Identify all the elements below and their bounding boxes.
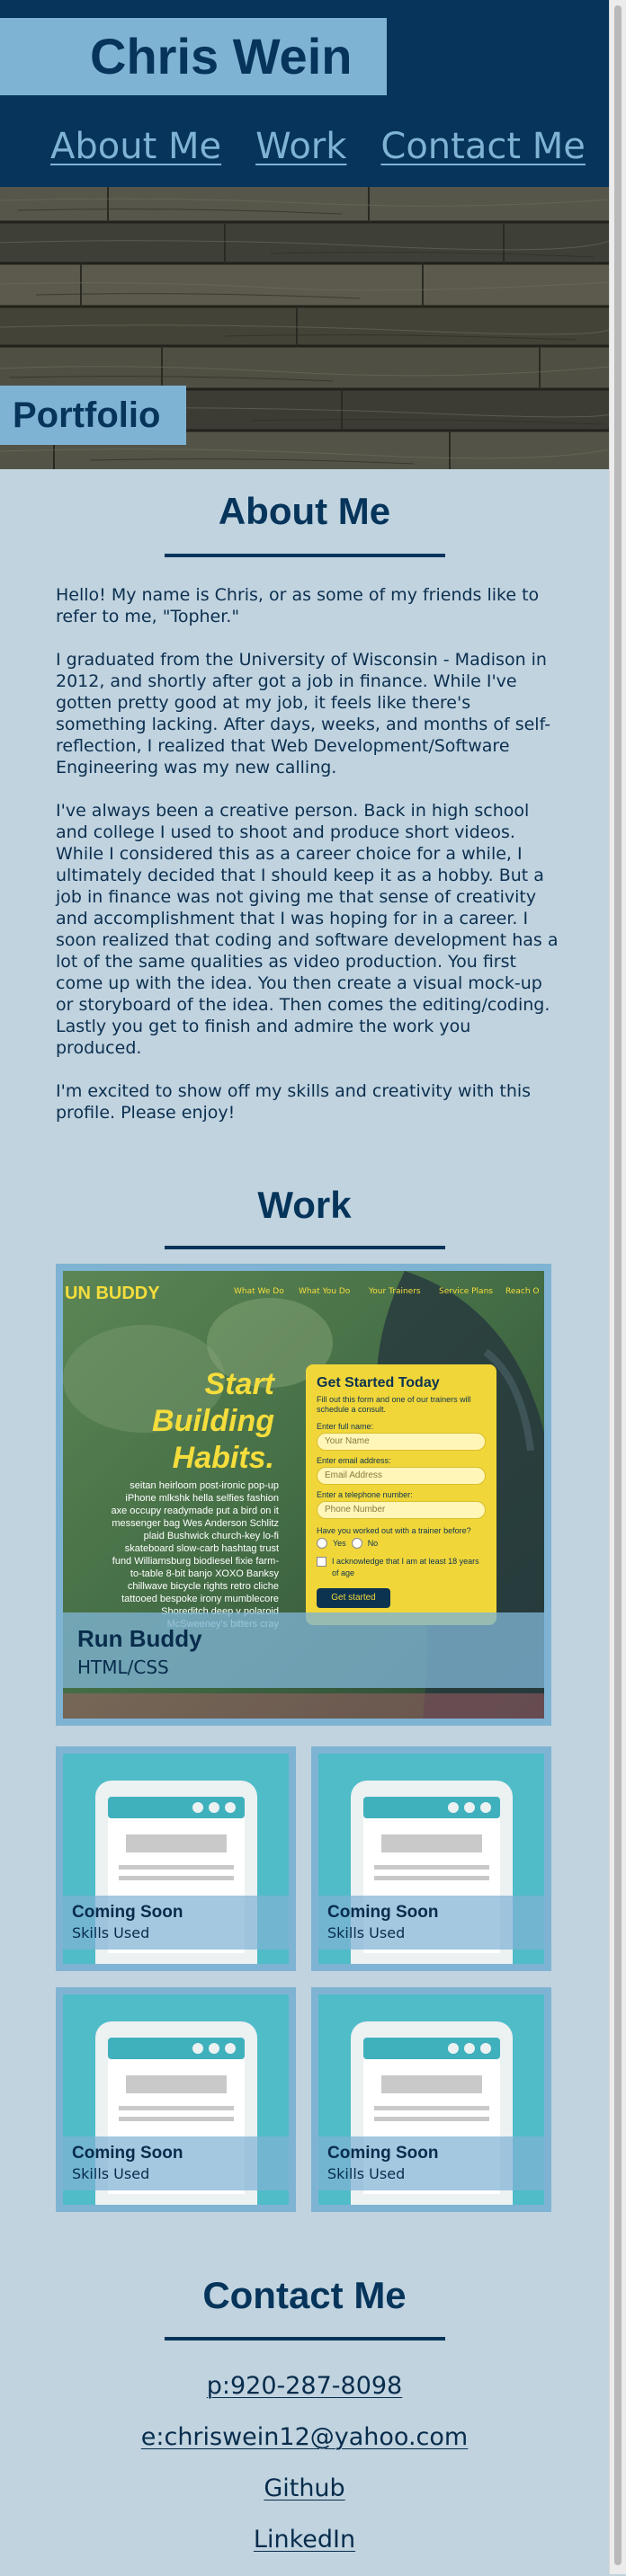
linkedin-link[interactable]: LinkedIn bbox=[254, 2525, 355, 2576]
vertical-scrollbar[interactable] bbox=[609, 0, 626, 2574]
about-text: Hello! My name is Chris, or as some of m… bbox=[56, 584, 559, 1124]
project-card-caption: Coming Soon Skills Used bbox=[318, 1896, 544, 1950]
featured-project-skills: HTML/CSS bbox=[77, 1657, 169, 1678]
nav-about-link[interactable]: About Me bbox=[50, 126, 221, 167]
form-radio-group: Yes No bbox=[317, 1538, 486, 1549]
portfolio-label: Portfolio bbox=[0, 386, 186, 445]
form-name-input: Your Name bbox=[317, 1433, 486, 1451]
project-card-title: Coming Soon bbox=[72, 1903, 183, 1922]
github-link[interactable]: Github bbox=[264, 2474, 344, 2525]
nav-work-link[interactable]: Work bbox=[255, 126, 346, 167]
form-phone-input: Phone Number bbox=[317, 1501, 486, 1519]
work-section: Work UN BUDDY What We Do What You Do You… bbox=[0, 1183, 609, 2212]
contact-section: Contact Me p:920-287-8098 e:chriswein12@… bbox=[0, 2270, 609, 2576]
project-card-title: Coming Soon bbox=[327, 2144, 439, 2163]
run-buddy-logo: UN BUDDY bbox=[65, 1284, 160, 1303]
about-heading: About Me bbox=[218, 490, 391, 532]
project-card-skills: Skills Used bbox=[327, 1924, 406, 1941]
run-buddy-signup-form: Get Started Today Fill out this form and… bbox=[306, 1364, 496, 1625]
run-buddy-nav-item: Reach O bbox=[505, 1287, 540, 1296]
project-card[interactable]: Coming Soon Skills Used bbox=[311, 1746, 551, 1971]
about-section: About Me Hello! My name is Chris, or as … bbox=[0, 489, 609, 1145]
project-card[interactable]: Coming Soon Skills Used bbox=[56, 1987, 296, 2212]
checkbox-icon bbox=[317, 1557, 326, 1567]
form-email-input: Email Address bbox=[317, 1467, 486, 1485]
run-buddy-nav-item: Service Plans bbox=[439, 1287, 493, 1296]
name-box: Chris Wein bbox=[0, 18, 387, 95]
nav-contact-link[interactable]: Contact Me bbox=[380, 126, 585, 167]
work-heading: Work bbox=[257, 1184, 352, 1226]
site-title: Chris Wein bbox=[90, 28, 353, 84]
run-buddy-headline-line: Start bbox=[204, 1367, 274, 1401]
radio-yes-icon bbox=[317, 1538, 327, 1549]
run-buddy-nav-item: Your Trainers bbox=[369, 1287, 421, 1296]
project-card-skills: Skills Used bbox=[72, 1924, 150, 1941]
contact-heading: Contact Me bbox=[202, 2274, 407, 2316]
contact-heading-rule bbox=[164, 2337, 445, 2341]
radio-no-label: No bbox=[367, 1539, 379, 1548]
featured-project-title: Run Buddy bbox=[77, 1625, 202, 1652]
about-paragraph: I graduated from the University of Wisco… bbox=[56, 650, 551, 777]
contact-links: p:920-287-8098 e:chriswein12@yahoo.com G… bbox=[0, 2371, 609, 2576]
phone-link[interactable]: p:920-287-8098 bbox=[207, 2371, 403, 2422]
site-header: Chris Wein About Me Work Contact Me bbox=[0, 0, 609, 187]
form-label-email: Enter email address: bbox=[317, 1456, 391, 1465]
run-buddy-headline: Start Building Habits. bbox=[152, 1366, 274, 1477]
project-card-caption: Coming Soon Skills Used bbox=[318, 2136, 544, 2190]
project-card[interactable]: Coming Soon Skills Used bbox=[56, 1746, 296, 1971]
form-age-ack-text: I acknowledge that I am at least 18 year… bbox=[332, 1557, 479, 1577]
featured-project-run-buddy[interactable]: UN BUDDY What We Do What You Do Your Tra… bbox=[56, 1264, 551, 1726]
radio-yes-label: Yes bbox=[333, 1539, 346, 1548]
work-heading-rule bbox=[164, 1246, 445, 1249]
about-paragraph: I've always been a creative person. Back… bbox=[56, 801, 559, 1058]
form-intro: Fill out this form and one of our traine… bbox=[317, 1395, 471, 1414]
about-paragraph: I'm excited to show off my skills and cr… bbox=[56, 1081, 532, 1123]
portfolio-label-text: Portfolio bbox=[13, 395, 161, 435]
form-submit-button: Get started bbox=[317, 1588, 390, 1608]
project-card-skills: Skills Used bbox=[72, 2165, 150, 2182]
run-buddy-headline-line: Building bbox=[152, 1404, 274, 1438]
project-card[interactable]: Coming Soon Skills Used bbox=[311, 1987, 551, 2212]
featured-project-caption: Run Buddy HTML/CSS bbox=[63, 1612, 544, 1688]
project-card-caption: Coming Soon Skills Used bbox=[63, 1896, 289, 1950]
radio-no-icon bbox=[351, 1538, 362, 1549]
about-heading-rule bbox=[164, 554, 445, 557]
run-buddy-nav-item: What We Do bbox=[234, 1287, 284, 1296]
form-label-name: Enter full name: bbox=[317, 1422, 374, 1431]
email-link[interactable]: e:chriswein12@yahoo.com bbox=[141, 2422, 468, 2474]
run-buddy-nav-bar: UN BUDDY What We Do What You Do Your Tra… bbox=[63, 1284, 544, 1303]
run-buddy-nav-item: What You Do bbox=[299, 1287, 351, 1296]
project-card-skills: Skills Used bbox=[327, 2165, 406, 2182]
run-buddy-headline-line: Habits. bbox=[172, 1441, 274, 1475]
project-card-title: Coming Soon bbox=[72, 2144, 183, 2163]
form-age-ack: I acknowledge that I am at least 18 year… bbox=[317, 1556, 486, 1579]
project-card-title: Coming Soon bbox=[327, 1903, 439, 1922]
about-paragraph: Hello! My name is Chris, or as some of m… bbox=[56, 585, 540, 626]
hero-banner: Portfolio bbox=[0, 187, 609, 469]
main-nav: About Me Work Contact Me bbox=[50, 126, 586, 167]
project-card-caption: Coming Soon Skills Used bbox=[63, 2136, 289, 2190]
form-trainer-question: Have you worked out with a trainer befor… bbox=[317, 1526, 471, 1535]
form-title: Get Started Today bbox=[317, 1375, 440, 1390]
page: Chris Wein About Me Work Contact Me Port… bbox=[0, 0, 609, 2554]
form-label-phone: Enter a telephone number: bbox=[317, 1490, 413, 1499]
scrollbar-thumb[interactable] bbox=[614, 5, 622, 2565]
